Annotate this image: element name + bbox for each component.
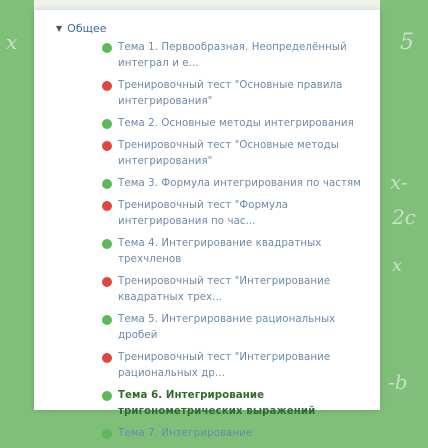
- completed-status-icon: [102, 429, 112, 439]
- completed-status-icon: [102, 119, 112, 129]
- background-decoration: 5: [400, 30, 414, 55]
- course-item-link[interactable]: Тренировочный тест "Формула интегрирован…: [118, 198, 372, 230]
- incomplete-status-icon: [102, 81, 112, 91]
- completed-status-icon: [102, 315, 112, 325]
- course-item-link[interactable]: Тема 5. Интегрирование рациональных дроб…: [118, 312, 372, 344]
- course-item-link[interactable]: Тема 6. Интегрирование тригонометрически…: [118, 388, 372, 420]
- background-decoration: 2c: [392, 205, 416, 229]
- background-decoration: x-: [390, 170, 408, 194]
- course-item[interactable]: Тема 4. Интегрирование квадратных трехчл…: [102, 236, 372, 268]
- completed-status-icon: [102, 391, 112, 401]
- course-item[interactable]: Тема 3. Формула интегрирования по частям: [102, 176, 372, 192]
- course-item[interactable]: Тема 1. Первообразная. Неопределённый ин…: [102, 40, 372, 72]
- course-item[interactable]: Тренировочный тест "Формула интегрирован…: [102, 198, 372, 230]
- course-item-link[interactable]: Тема 1. Первообразная. Неопределённый ин…: [118, 40, 372, 72]
- incomplete-status-icon: [102, 141, 112, 151]
- course-item[interactable]: Тренировочный тест "Интегрирование квадр…: [102, 274, 372, 306]
- course-item-link[interactable]: Тренировочный тест "Интегрирование квадр…: [118, 274, 372, 306]
- background-decoration: -b: [388, 370, 408, 394]
- completed-status-icon: [102, 239, 112, 249]
- course-item-link[interactable]: Тренировочный тест "Основные методы инте…: [118, 138, 372, 170]
- course-item-list: Тема 1. Первообразная. Неопределённый ин…: [102, 40, 372, 448]
- course-item-link[interactable]: Тема 7. Интегрирование: [118, 426, 372, 442]
- course-item[interactable]: Тема 2. Основные методы интегрирования: [102, 116, 372, 132]
- course-item[interactable]: Тренировочный тест "Основные методы инте…: [102, 138, 372, 170]
- course-item[interactable]: Тренировочный тест "Интегрирование рацио…: [102, 350, 372, 382]
- course-item-link[interactable]: Тема 2. Основные методы интегрирования: [118, 116, 372, 132]
- course-item-link[interactable]: Тренировочный тест "Основные правила инт…: [118, 78, 372, 110]
- collapse-triangle-icon[interactable]: ▼: [56, 24, 62, 33]
- course-item-link[interactable]: Тема 4. Интегрирование квадратных трехчл…: [118, 236, 372, 268]
- panel-top-strip: [34, 0, 380, 10]
- incomplete-status-icon: [102, 201, 112, 211]
- completed-status-icon: [102, 179, 112, 189]
- completed-status-icon: [102, 43, 112, 53]
- section-header-general[interactable]: ▼ Общее: [56, 22, 107, 35]
- incomplete-status-icon: [102, 353, 112, 363]
- course-item-link[interactable]: Тема 3. Формула интегрирования по частям: [118, 176, 372, 192]
- incomplete-status-icon: [102, 277, 112, 287]
- section-title: Общее: [67, 22, 107, 35]
- course-item[interactable]: Тема 6. Интегрирование тригонометрически…: [102, 388, 372, 420]
- background-decoration: x: [6, 30, 18, 54]
- course-item[interactable]: Тренировочный тест "Основные правила инт…: [102, 78, 372, 110]
- course-item[interactable]: Тема 5. Интегрирование рациональных дроб…: [102, 312, 372, 344]
- course-item[interactable]: Тема 7. Интегрирование: [102, 426, 372, 442]
- background-decoration: x: [392, 255, 403, 276]
- course-item-link[interactable]: Тренировочный тест "Интегрирование рацио…: [118, 350, 372, 382]
